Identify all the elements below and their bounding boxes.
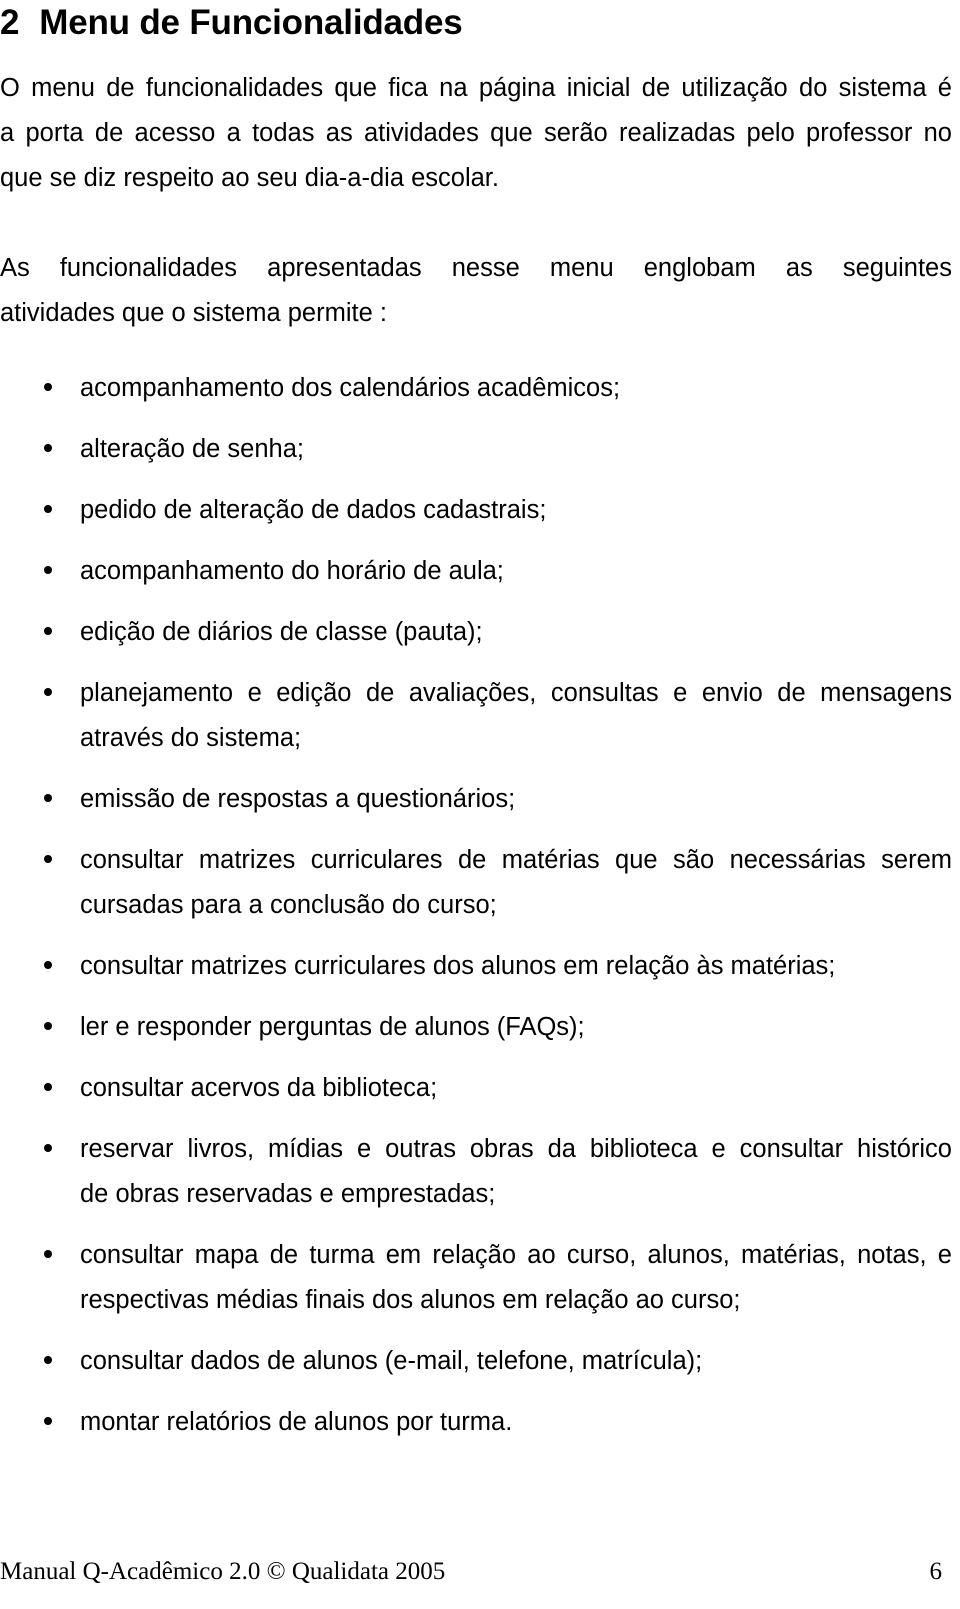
bullet-icon (44, 366, 53, 411)
list-item: pedido de alteração de dados cadastrais; (0, 488, 952, 533)
bullet-icon (44, 777, 53, 822)
bullet-icon (44, 549, 53, 594)
list-item: montar relatórios de alunos por turma. (0, 1400, 952, 1445)
list-item-line: acompanhamento do horário de aula; (80, 557, 504, 585)
list-item-line: respectivas médias finais dos alunos em … (80, 1286, 741, 1314)
list-item-line: alteração de senha; (80, 435, 304, 463)
bullet-icon (44, 1005, 53, 1050)
list-item-line: através do sistema; (80, 724, 302, 752)
list-item-line: consultar mapa de turma em relação ao cu… (80, 1241, 952, 1269)
list-item: emissão de respostas a questionários; (0, 777, 952, 822)
list-item: acompanhamento do horário de aula; (0, 549, 952, 594)
list-item-line: reservar livros, mídias e outras obras d… (80, 1135, 952, 1163)
list-item-line: consultar dados de alunos (e-mail, telef… (80, 1347, 703, 1375)
bullet-icon (44, 944, 53, 989)
bullet-icon (44, 610, 53, 655)
paragraph-line: que se diz respeito ao seu dia-a-dia esc… (0, 164, 499, 192)
bullet-icon (44, 671, 53, 716)
page-footer: Manual Q-Acadêmico 2.0 © Qualidata 2005 … (0, 1557, 952, 1587)
list-item: consultar matrizes curriculares de matér… (0, 838, 952, 928)
page-title: 2 Menu de Funcionalidades (0, 0, 952, 44)
page-content: 2 Menu de Funcionalidades O menu de funci… (0, 0, 952, 1461)
list-item-text: planejamento e edição de avaliações, con… (80, 671, 952, 761)
section-title: Menu de Funcionalidades (39, 3, 463, 42)
list-item: alteração de senha; (0, 427, 952, 472)
list-item: planejamento e edição de avaliações, con… (0, 671, 952, 761)
list-item: acompanhamento dos calendários acadêmico… (0, 366, 952, 411)
list-item-line: acompanhamento dos calendários acadêmico… (80, 374, 621, 402)
list-item-text: ler e responder perguntas de alunos (FAQ… (80, 1005, 952, 1050)
lead-in-paragraph: As funcionalidades apresentadas nesse me… (0, 246, 952, 336)
bullet-icon (44, 1339, 53, 1384)
list-item: consultar mapa de turma em relação ao cu… (0, 1233, 952, 1323)
list-item-text: consultar dados de alunos (e-mail, telef… (80, 1339, 952, 1384)
section-number: 2 (0, 3, 20, 42)
paragraph-line: As funcionalidades apresentadas nesse me… (0, 254, 952, 282)
bullet-icon (44, 1400, 53, 1445)
page-number: 6 (929, 1558, 943, 1585)
list-item: reservar livros, mídias e outras obras d… (0, 1127, 952, 1217)
list-item-line: de obras reservadas e emprestadas; (80, 1180, 496, 1208)
paragraph-line: O menu de funcionalidades que fica na pá… (0, 74, 952, 102)
list-item-text: emissão de respostas a questionários; (80, 777, 952, 822)
document-page: 2 Menu de Funcionalidades O menu de funci… (0, 0, 960, 1609)
list-item-line: planejamento e edição de avaliações, con… (80, 679, 952, 707)
list-item-line: ler e responder perguntas de alunos (FAQ… (80, 1013, 585, 1041)
footer-copyright: Manual Q-Acadêmico 2.0 © Qualidata 2005 (0, 1558, 446, 1585)
list-item: consultar matrizes curriculares dos alun… (0, 944, 952, 989)
list-item-text: acompanhamento dos calendários acadêmico… (80, 366, 952, 411)
bullet-icon (44, 1066, 53, 1111)
intro-paragraph: O menu de funcionalidades que fica na pá… (0, 66, 952, 201)
bullet-icon (44, 427, 53, 472)
list-item: edição de diários de classe (pauta); (0, 610, 952, 655)
list-item-line: pedido de alteração de dados cadastrais; (80, 496, 547, 524)
list-item-line: cursadas para a conclusão do curso; (80, 891, 497, 919)
list-item-line: montar relatórios de alunos por turma. (80, 1408, 513, 1436)
bullet-icon (44, 1233, 53, 1278)
list-item: consultar acervos da biblioteca; (0, 1066, 952, 1111)
list-item-text: alteração de senha; (80, 427, 952, 472)
list-item-text: montar relatórios de alunos por turma. (80, 1400, 952, 1445)
list-item-line: edição de diários de classe (pauta); (80, 618, 483, 646)
list-item-text: consultar acervos da biblioteca; (80, 1066, 952, 1111)
list-item: ler e responder perguntas de alunos (FAQ… (0, 1005, 952, 1050)
list-item-text: consultar matrizes curriculares dos alun… (80, 944, 952, 989)
list-item-text: edição de diários de classe (pauta); (80, 610, 952, 655)
bullet-icon (44, 488, 53, 533)
paragraph-line: a porta de acesso a todas as atividades … (0, 119, 952, 147)
bullet-icon (44, 838, 53, 883)
list-item: consultar dados de alunos (e-mail, telef… (0, 1339, 952, 1384)
functionality-list: acompanhamento dos calendários acadêmico… (0, 366, 952, 1445)
list-item-line: consultar acervos da biblioteca; (80, 1074, 438, 1102)
list-item-text: acompanhamento do horário de aula; (80, 549, 952, 594)
list-item-line: consultar matrizes curriculares de matér… (80, 846, 952, 874)
list-item-text: consultar mapa de turma em relação ao cu… (80, 1233, 952, 1323)
list-item-text: reservar livros, mídias e outras obras d… (80, 1127, 952, 1217)
bullet-icon (44, 1127, 53, 1172)
list-item-text: pedido de alteração de dados cadastrais; (80, 488, 952, 533)
list-item-text: consultar matrizes curriculares de matér… (80, 838, 952, 928)
list-item-line: consultar matrizes curriculares dos alun… (80, 952, 836, 980)
list-item-line: emissão de respostas a questionários; (80, 785, 516, 813)
paragraph-line: atividades que o sistema permite : (0, 299, 387, 327)
